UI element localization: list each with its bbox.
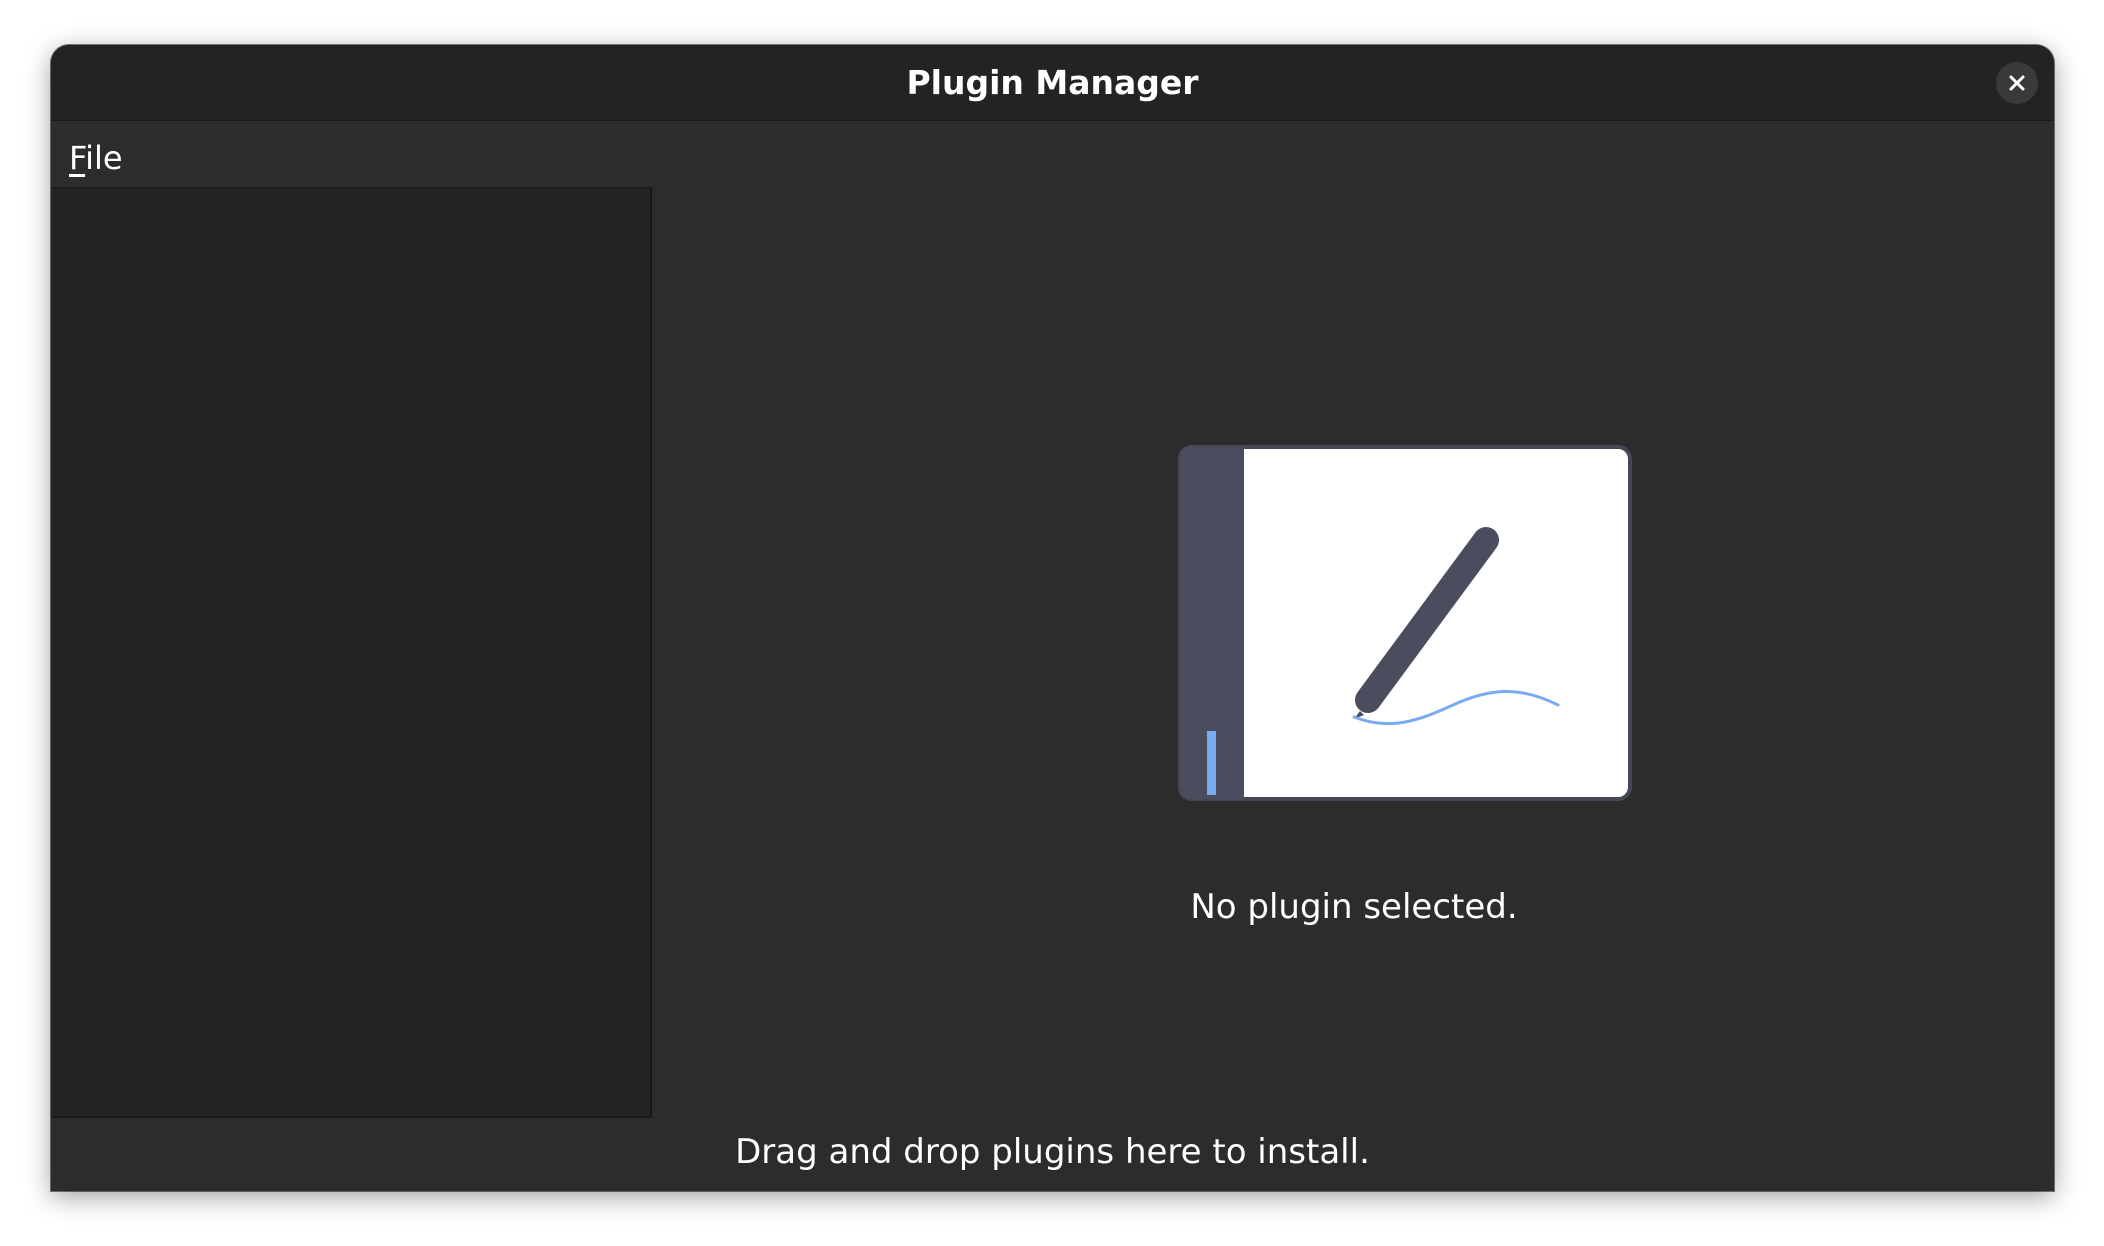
close-icon xyxy=(2009,75,2025,91)
menu-file[interactable]: File xyxy=(69,121,123,195)
window-title: Plugin Manager xyxy=(906,63,1199,102)
pen-on-paper-icon xyxy=(1178,445,1632,801)
plugin-manager-window: Plugin Manager File No plugin selected. … xyxy=(51,45,2054,1191)
plugin-details-pane: No plugin selected. xyxy=(654,187,2054,1118)
title-bar: Plugin Manager xyxy=(51,45,2054,121)
menu-file-label: ile xyxy=(85,139,123,177)
drop-hint: Drag and drop plugins here to install. xyxy=(735,1132,1370,1172)
close-button[interactable] xyxy=(1996,62,2038,104)
empty-state-text: No plugin selected. xyxy=(1190,887,1518,927)
menu-file-mnemonic: F xyxy=(69,139,86,177)
plugin-list-sidebar[interactable] xyxy=(51,187,652,1118)
